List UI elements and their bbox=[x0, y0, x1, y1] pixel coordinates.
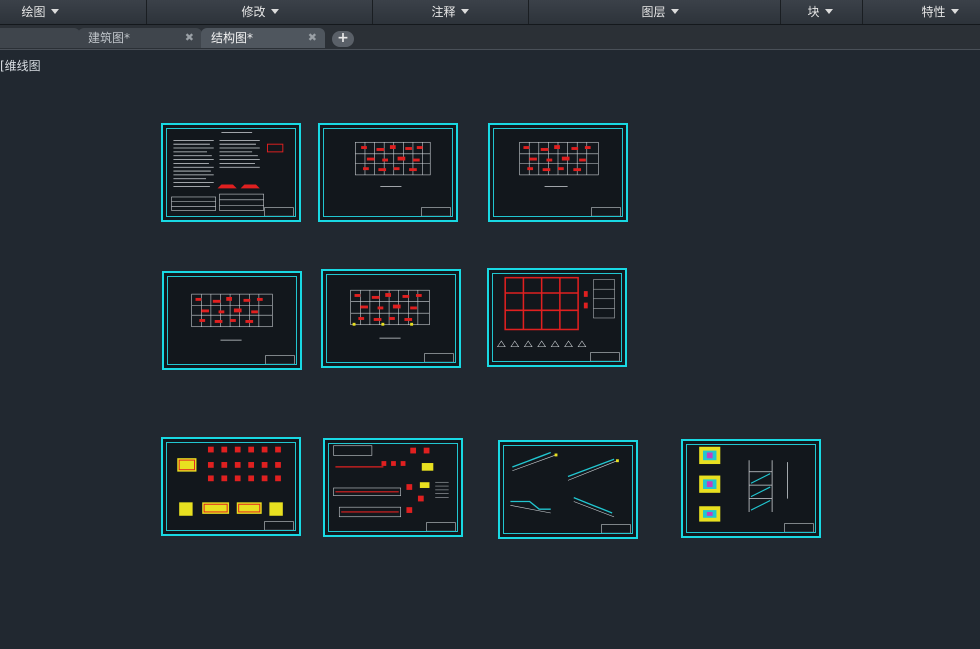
dropdown-triangle-icon bbox=[50, 9, 59, 14]
drawing-sheet-plan-3[interactable] bbox=[162, 271, 302, 370]
menu-annotate[interactable]: 注释 bbox=[400, 0, 500, 24]
menu-draw[interactable]: 绘图 bbox=[0, 0, 80, 24]
menu-bar: 绘图 修改 注释 图层 块 特性 bbox=[0, 0, 980, 25]
sheet-thumbnail bbox=[355, 141, 451, 217]
dropdown-triangle-icon bbox=[460, 9, 469, 14]
drawing-sheet-foundation[interactable] bbox=[161, 437, 301, 536]
sheet-thumbnail bbox=[177, 446, 294, 531]
dropdown-triangle-icon bbox=[950, 9, 959, 14]
dropdown-triangle-icon bbox=[670, 9, 679, 14]
menu-divider bbox=[780, 0, 781, 24]
menu-modify[interactable]: 修改 bbox=[200, 0, 320, 24]
sheet-thumbnail bbox=[510, 451, 631, 534]
dropdown-triangle-icon bbox=[824, 9, 833, 14]
drawing-sheet-beam-details[interactable] bbox=[323, 438, 463, 537]
tab-structural-drawing[interactable]: 结构图* ✖ bbox=[201, 28, 325, 48]
menu-divider bbox=[528, 0, 529, 24]
dropdown-triangle-icon bbox=[270, 9, 279, 14]
tab-architectural-drawing[interactable]: 建筑图* ✖ bbox=[78, 28, 202, 48]
menu-divider bbox=[862, 0, 863, 24]
menu-divider bbox=[146, 0, 147, 24]
menu-layers[interactable]: 图层 bbox=[590, 0, 730, 24]
menu-properties[interactable]: 特性 bbox=[900, 0, 980, 24]
sheet-thumbnail bbox=[699, 446, 814, 533]
close-icon[interactable]: ✖ bbox=[185, 28, 194, 48]
drawing-sheet-plan-4[interactable] bbox=[321, 269, 461, 368]
drawing-sheet-plan-2[interactable] bbox=[488, 123, 628, 222]
sheet-thumbnail bbox=[496, 276, 620, 362]
sheet-thumbnail bbox=[519, 141, 621, 217]
drawing-sheet-stair-sections[interactable] bbox=[498, 440, 638, 539]
drawing-sheet-plan-1[interactable] bbox=[318, 123, 458, 222]
drawing-canvas[interactable] bbox=[0, 50, 980, 649]
sheet-thumbnail bbox=[350, 289, 454, 363]
menu-divider bbox=[372, 0, 373, 24]
sheet-thumbnail bbox=[191, 293, 295, 365]
new-tab-button[interactable]: + bbox=[332, 31, 354, 47]
drawing-sheet-framing[interactable] bbox=[487, 268, 627, 367]
menu-block[interactable]: 块 bbox=[785, 0, 855, 24]
sheet-thumbnail bbox=[171, 132, 294, 217]
sheet-thumbnail bbox=[333, 445, 456, 532]
close-icon[interactable]: ✖ bbox=[308, 28, 317, 48]
drawing-sheet-notes[interactable] bbox=[161, 123, 301, 222]
tab-previous[interactable] bbox=[0, 28, 80, 48]
drawing-sheet-column-details[interactable] bbox=[681, 439, 821, 538]
file-tab-bar: 建筑图* ✖ 结构图* ✖ + bbox=[0, 25, 980, 50]
